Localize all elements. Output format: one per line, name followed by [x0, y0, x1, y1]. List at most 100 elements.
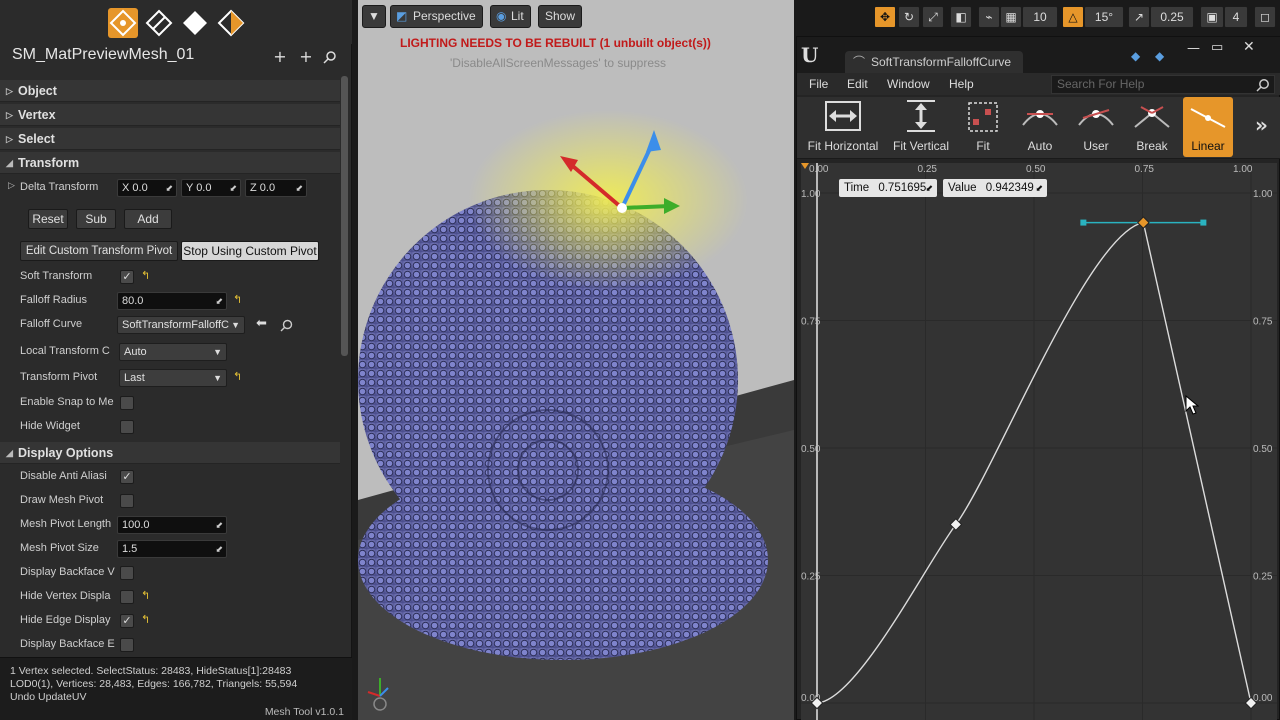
reset-default-icon[interactable]: ↰ — [141, 613, 150, 626]
drag-grip-icon: ⬋ — [925, 183, 933, 193]
reset-default-icon[interactable]: ↰ — [233, 293, 242, 306]
details-scrollbar[interactable] — [341, 76, 348, 356]
delta-x-field[interactable]: X 0.0 ⬋ — [117, 179, 177, 197]
learn-icon[interactable]: ◆ — [1155, 49, 1164, 63]
display-backface-e-checkbox[interactable] — [120, 638, 134, 652]
mesh-pivot-size-field[interactable]: 1.5 ⬋ — [117, 540, 227, 558]
use-selected-asset-icon[interactable]: ⬅ — [256, 316, 267, 331]
fit-vertical-button[interactable]: Fit Vertical — [887, 97, 955, 157]
diamond-solid-icon — [183, 11, 207, 35]
camera-speed-value[interactable]: 4 — [1224, 6, 1248, 28]
level-viewport[interactable]: ▼ ◩ Perspective ◉ Lit Show LIGHTING NEED… — [358, 0, 794, 720]
camera-speed-button[interactable]: ▣ — [1200, 6, 1224, 28]
linear-interp-button[interactable]: Linear — [1183, 97, 1233, 157]
translate-mode-button[interactable]: ✥ — [874, 6, 896, 28]
soft-selection-falloff — [468, 110, 748, 290]
close-button[interactable]: ✕ — [1243, 39, 1255, 55]
menu-help[interactable]: Help — [949, 77, 974, 91]
hide-widget-checkbox[interactable] — [120, 420, 134, 434]
perspective-icon: ◩ — [396, 9, 408, 23]
curve-graph[interactable]: 0.00 0.25 0.50 0.75 1.00 0.00 0.00 0.25 0.25 0.50… — [801, 163, 1277, 720]
coordinate-space-button[interactable]: ◧ — [950, 6, 972, 28]
hide-vertex-checkbox[interactable] — [120, 590, 134, 604]
reset-default-icon[interactable]: ↰ — [233, 370, 242, 383]
grid-snap-button[interactable]: ▦ — [1000, 6, 1022, 28]
curve-editor-toolbar: Fit Horizontal Fit Vertical Fit Auto Use… — [797, 97, 1280, 159]
category-display-options[interactable]: ◢ Display Options — [0, 442, 340, 464]
fit-horizontal-button[interactable]: Fit Horizontal — [803, 97, 883, 157]
add-button[interactable]: Add — [124, 209, 172, 229]
category-transform[interactable]: ◢ Transform — [0, 152, 340, 174]
delta-y-field[interactable]: Y 0.0 ⬋ — [181, 179, 241, 197]
show-button[interactable]: Show — [538, 5, 583, 28]
category-select[interactable]: ▷ Select — [0, 128, 340, 150]
reset-default-icon[interactable]: ↰ — [141, 589, 150, 602]
viewport-options-button[interactable]: ▼ — [362, 5, 386, 28]
falloff-curve-label: Falloff Curve — [20, 318, 83, 330]
add-icon[interactable]: + — [273, 49, 287, 65]
menu-file[interactable]: File — [809, 77, 828, 91]
value-field[interactable]: Value 0.942349 ⬋ — [943, 179, 1047, 197]
search-icon[interactable] — [323, 50, 337, 64]
scrub-handle-icon — [801, 163, 809, 169]
mesh-pivot-length-row: Mesh Pivot Length 100.0 ⬋ — [0, 513, 340, 537]
soft-transform-checkbox[interactable]: ✓ — [120, 270, 134, 284]
stop-custom-pivot-button[interactable]: Stop Using Custom Pivot — [181, 241, 319, 261]
falloff-curve-picker[interactable]: SoftTransformFalloffC ▼ — [117, 316, 245, 334]
drag-grip-icon: ⬋ — [215, 520, 223, 530]
help-search-input[interactable]: Search For Help — [1051, 75, 1275, 94]
rotation-snap-button[interactable]: △ — [1062, 6, 1084, 28]
category-object[interactable]: ▷ Object — [0, 80, 340, 102]
falloff-radius-field[interactable]: 80.0 ⬋ — [117, 292, 227, 310]
transform-pivot-select[interactable]: Last ▼ — [119, 369, 227, 387]
menu-edit[interactable]: Edit — [847, 77, 868, 91]
dropdown-arrow-icon: ▼ — [231, 320, 240, 330]
add-component-icon[interactable]: + — [299, 49, 313, 65]
feedback-icon[interactable]: ◆ — [1131, 49, 1140, 63]
category-vertex[interactable]: ▷ Vertex — [0, 104, 340, 126]
edge-mode-button[interactable] — [144, 8, 174, 38]
maximize-viewport-button[interactable]: ◻ — [1254, 6, 1276, 28]
scale-snap-button[interactable]: ↗ — [1128, 6, 1150, 28]
menu-window[interactable]: Window — [887, 77, 930, 91]
disable-aa-checkbox[interactable]: ✓ — [120, 470, 134, 484]
fit-button[interactable]: Fit — [961, 97, 1005, 157]
user-tangent-button[interactable]: User — [1073, 97, 1119, 157]
auto-tangent-button[interactable]: Auto — [1017, 97, 1063, 157]
grid-snap-value[interactable]: 10 — [1022, 6, 1058, 28]
edit-custom-pivot-button[interactable]: Edit Custom Transform Pivot — [20, 241, 178, 261]
scale-mode-button[interactable]: ⤢ — [922, 6, 944, 28]
rotation-snap-value[interactable]: 15° — [1084, 6, 1124, 28]
perspective-button[interactable]: ◩ Perspective — [390, 5, 483, 28]
rotate-mode-button[interactable]: ↻ — [898, 6, 920, 28]
local-transform-select[interactable]: Auto ▼ — [119, 343, 227, 361]
scale-snap-value[interactable]: 0.25 — [1150, 6, 1194, 28]
minimize-button[interactable]: — — [1187, 41, 1200, 56]
overflow-chevron-icon[interactable]: » — [1255, 113, 1268, 137]
vertex-mode-button[interactable] — [108, 8, 138, 38]
display-backface-label: Display Backface V — [20, 566, 115, 578]
reset-button[interactable]: Reset — [28, 209, 68, 229]
local-transform-row: Local Transform C Auto ▼ — [0, 340, 340, 364]
x-tick-label: 0.50 — [1026, 164, 1046, 175]
surface-snap-button[interactable]: ⌁ — [978, 6, 1000, 28]
restore-button[interactable]: ▭ — [1211, 40, 1223, 55]
draw-mesh-pivot-checkbox[interactable] — [120, 494, 134, 508]
element-mode-button[interactable] — [216, 8, 246, 38]
display-backface-checkbox[interactable] — [120, 566, 134, 580]
lit-button[interactable]: ◉ Lit — [490, 5, 531, 28]
face-mode-button[interactable] — [180, 8, 210, 38]
hide-edge-checkbox[interactable]: ✓ — [120, 614, 134, 628]
x-tick-label: 1.00 — [1233, 164, 1253, 175]
reset-default-icon[interactable]: ↰ — [141, 269, 150, 282]
mesh-pivot-length-field[interactable]: 100.0 ⬋ — [117, 516, 227, 534]
expand-arrow-icon[interactable]: ▷ — [8, 181, 15, 191]
curve-editor-tab[interactable]: ⌒ SoftTransformFalloffCurve — [845, 51, 1023, 73]
delta-z-field[interactable]: Z 0.0 ⬋ — [245, 179, 307, 197]
browse-asset-icon[interactable] — [280, 319, 293, 332]
enable-snap-checkbox[interactable] — [120, 396, 134, 410]
break-tangent-button[interactable]: Break — [1129, 97, 1175, 157]
sub-button[interactable]: Sub — [76, 209, 116, 229]
fit-vertical-label: Fit Vertical — [892, 139, 949, 153]
time-field[interactable]: Time 0.751695 ⬋ — [839, 179, 937, 197]
